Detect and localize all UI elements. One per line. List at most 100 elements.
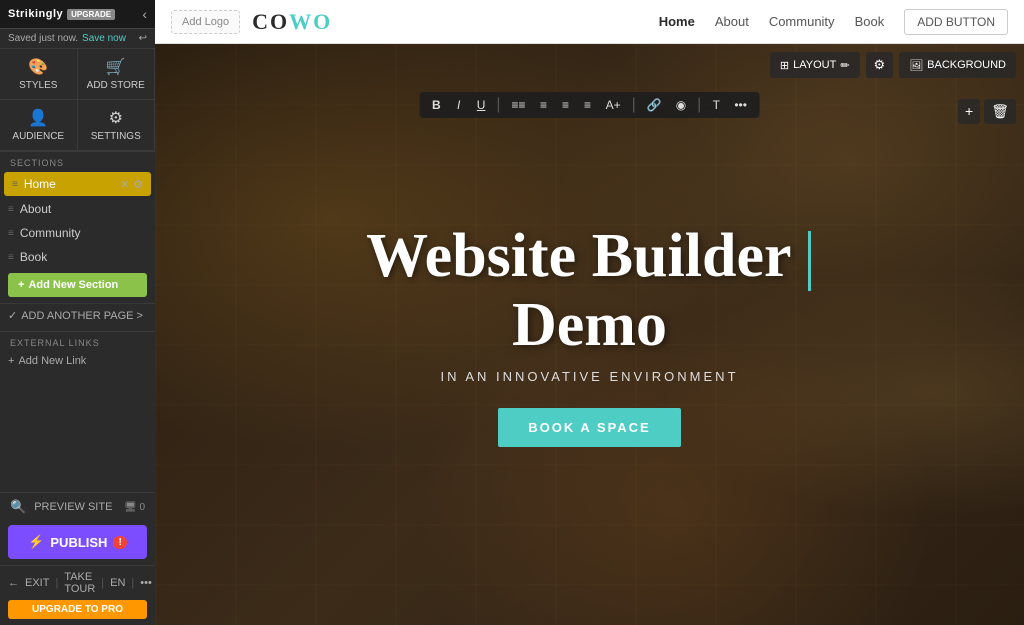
quick-actions: 🎨 STYLES 🛒 ADD STORE 👤 AUDIENCE ⚙ SETTIN… (0, 49, 155, 152)
settings-label: SETTINGS (91, 131, 141, 142)
image-icon: 🖼 (909, 59, 923, 72)
sidebar: Strikingly UPGRADE ‹ Saved just now. Sav… (0, 0, 155, 625)
strikingly-brand-name: Strikingly (8, 8, 63, 20)
add-new-section-button[interactable]: + Add New Section (8, 273, 147, 297)
underline-button[interactable]: U (472, 96, 491, 114)
drag-handle-community: ≡ (8, 228, 14, 239)
site-title: COWO (252, 9, 332, 35)
sidebar-footer: ← EXIT | TAKE TOUR | EN | ••• (0, 565, 155, 600)
take-tour-label[interactable]: TAKE TOUR (64, 571, 95, 595)
bold-button[interactable]: B (427, 96, 446, 114)
publish-notification-badge: ! (113, 536, 126, 549)
add-logo-button[interactable]: Add Logo (171, 10, 240, 34)
sections-label: SECTIONS (0, 152, 155, 171)
hero-title-line2: Demo (512, 291, 667, 359)
styles-button[interactable]: 🎨 STYLES (0, 49, 78, 100)
layout-button[interactable]: ⊞ LAYOUT ✏ (770, 52, 860, 78)
color-button[interactable]: ◉ (671, 96, 691, 114)
save-now-link[interactable]: Save now (82, 33, 126, 44)
delete-block-button[interactable]: 🗑 (984, 99, 1016, 124)
publish-button[interactable]: ⚡ PUBLISH ! (8, 525, 147, 559)
background-label: BACKGROUND (927, 59, 1006, 71)
edit-icon: ✏ (840, 59, 849, 72)
list-button[interactable]: ≡≡ (507, 96, 531, 114)
sidebar-top: Strikingly UPGRADE ‹ (0, 0, 155, 29)
link-button[interactable]: 🔗 (642, 96, 667, 114)
upgrade-badge[interactable]: UPGRADE (67, 9, 115, 20)
more-options-button[interactable]: ••• (729, 96, 752, 114)
section-label-about: About (20, 202, 51, 216)
undo-button[interactable]: ↩ (139, 33, 147, 44)
footer-separator-3: | (131, 577, 134, 589)
search-icon: 🔍 (10, 499, 26, 515)
add-another-page-button[interactable]: ✓ ADD ANOTHER PAGE > (0, 303, 155, 327)
nav-links: Home About Community Book ADD BUTTON (659, 9, 1008, 35)
lightning-icon: ⚡ (28, 534, 44, 550)
text-type-button[interactable]: T (707, 96, 725, 114)
palette-icon: 🎨 (28, 57, 48, 77)
text-cursor (808, 231, 811, 291)
nav-link-book[interactable]: Book (855, 14, 885, 29)
audience-button[interactable]: 👤 AUDIENCE (0, 100, 78, 151)
audience-icon: 👤 (28, 108, 48, 128)
section-label-community: Community (20, 226, 81, 240)
add-store-button[interactable]: 🛒 ADD STORE (78, 49, 156, 100)
font-size-button[interactable]: A+ (601, 96, 626, 114)
nav-link-community[interactable]: Community (769, 14, 835, 29)
hero-content: Website Builder Demo IN AN INNOVATIVE EN… (155, 44, 1024, 625)
check-icon: ✓ (8, 309, 17, 322)
exit-icon: ← (8, 577, 19, 589)
upgrade-to-pro-button[interactable]: UPGRADE TO PRO (8, 600, 147, 619)
hero-gear-button[interactable]: ⚙ (866, 52, 894, 78)
nav-link-about[interactable]: About (715, 14, 749, 29)
upgrade-to-pro-label: UPGRADE TO PRO (32, 604, 123, 615)
sidebar-collapse-button[interactable]: ‹ (142, 6, 147, 22)
toolbar-sep-1: | (496, 96, 500, 114)
hero-subtitle: IN AN INNOVATIVE ENVIRONMENT (440, 369, 738, 384)
plus-icon: + (18, 279, 24, 291)
add-nav-button[interactable]: ADD BUTTON (904, 9, 1008, 35)
hero-cta-button[interactable]: BOOK A SPACE (498, 408, 680, 447)
external-links-label: EXTERNAL LINKS (0, 331, 155, 351)
add-new-link-button[interactable]: + Add New Link (0, 351, 155, 371)
add-block-button[interactable]: + (958, 99, 980, 124)
hero-title[interactable]: Website Builder Demo (366, 222, 813, 360)
background-button[interactable]: 🖼 BACKGROUND (899, 52, 1016, 78)
styles-label: STYLES (19, 80, 57, 91)
add-another-page-label: ADD ANOTHER PAGE > (21, 310, 143, 322)
nav-link-home[interactable]: Home (659, 14, 695, 29)
top-nav: Add Logo COWO Home About Community Book … (155, 0, 1024, 44)
section-item-home[interactable]: ≡ Home ✕ ⚙ (4, 172, 151, 196)
site-title-wo: WO (289, 9, 332, 34)
align-right-button[interactable]: ≡ (579, 96, 597, 114)
layout-label: LAYOUT (793, 59, 836, 71)
italic-button[interactable]: I (450, 96, 468, 114)
align-center-button[interactable]: ≡ (557, 96, 575, 114)
close-home-button[interactable]: ✕ (120, 178, 129, 191)
section-item-about[interactable]: ≡ About (0, 197, 155, 221)
language-label[interactable]: EN (110, 577, 125, 589)
layout-icon: ⊞ (780, 59, 789, 72)
align-left-button[interactable]: ≡ (535, 96, 553, 114)
gear-home-button[interactable]: ⚙ (133, 178, 143, 191)
drag-handle-home: ≡ (12, 179, 18, 190)
publish-label: PUBLISH (50, 535, 107, 550)
drag-handle-about: ≡ (8, 204, 14, 215)
preview-site-button[interactable]: 🔍 PREVIEW SITE 🖥 0 (0, 493, 155, 521)
exit-label[interactable]: EXIT (25, 577, 49, 589)
site-title-co: CO (252, 9, 289, 34)
toolbar-sep-2: | (632, 96, 636, 114)
section-item-book[interactable]: ≡ Book (0, 245, 155, 269)
main-content: Add Logo COWO Home About Community Book … (155, 0, 1024, 625)
block-controls: + 🗑 (958, 99, 1016, 124)
strikingly-logo: Strikingly UPGRADE (8, 8, 115, 20)
section-label-home: Home (24, 177, 56, 191)
add-new-link-label: Add New Link (18, 355, 86, 367)
saved-bar: Saved just now. Save now ↩ (0, 29, 155, 49)
settings-button[interactable]: ⚙ SETTINGS (78, 100, 156, 151)
saved-text: Saved just now. (8, 33, 78, 44)
add-new-section-label: Add New Section (28, 279, 118, 291)
drag-handle-book: ≡ (8, 252, 14, 263)
sidebar-bottom: 🔍 PREVIEW SITE 🖥 0 ⚡ PUBLISH ! ← EXIT | … (0, 492, 155, 625)
section-item-community[interactable]: ≡ Community (0, 221, 155, 245)
